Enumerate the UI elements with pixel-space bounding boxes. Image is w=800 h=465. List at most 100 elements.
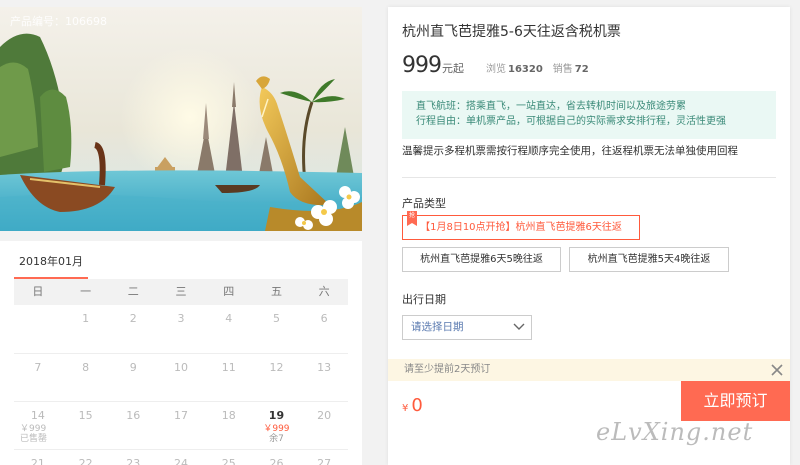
price-calendar: 2018年01月 日 一 二 三 四 五 六 1 2 3 4 5 6 7 8 9 10 11 12 13… [0,241,362,465]
calendar-day-cell: 15 [62,402,110,449]
day-number: 3 [177,312,185,325]
calendar-day-cell: 24 [157,450,205,465]
day-number: 9 [129,361,137,374]
weekday: 四 [223,285,235,298]
type-option-label: 杭州直飞芭提雅6天5晚往返 [420,254,543,265]
calendar-day-cell: 17 [157,402,205,449]
day-number [14,312,62,325]
calendar-day-cell: 20 [300,402,348,449]
calendar-day-cell: 22 [62,450,110,465]
usage-notice: 温馨提示多程机票需按行程顺序完全使用，往返程机票无法单独使用回程 [402,145,738,157]
calendar-day-cell: 14 ￥999 已售罄 [14,402,62,449]
day-number: 27 [317,457,332,465]
chevron-down-icon [513,323,525,330]
booking-panel: 杭州直飞芭提雅5-6天往返含税机票 999 元起 浏览 16320 销售 72 直飞… [388,7,790,465]
calendar-week-row: 7 8 9 10 11 12 13 [14,353,348,401]
type-option-label: 杭州直飞芭提雅5天4晚往返 [587,254,711,265]
day-number: 5 [272,312,280,325]
calendar-day-cell: 27 [300,450,348,465]
calendar-day-cell[interactable]: 19 ￥999 余7 [253,402,301,449]
day-number: 6 [320,312,328,325]
day-number: 13 [317,361,332,374]
calendar-day-cell: 3 [157,305,205,353]
calendar-day-cell: 6 [300,305,348,353]
day-number: 1 [82,312,90,325]
calendar-day-cell: 23 [109,450,157,465]
calendar-day-cell: 21 [14,450,62,465]
calendar-day-cell: 12 [253,354,301,401]
day-number: 2 [129,312,137,325]
start-price: 999 [402,53,442,78]
month-tab[interactable]: 2018年01月 [14,241,88,279]
weekday-header: 日 一 二 三 四 五 六 [14,279,348,305]
close-icon[interactable] [770,363,784,377]
calendar-day-cell: 5 [253,305,301,353]
price-unit: 元起 [442,62,464,75]
type-option-flash-sale[interactable]: 抢 【1月8日10点开抢】杭州直飞芭提雅6天往返 [402,211,640,240]
date-placeholder: 请选择日期 [411,321,464,333]
product-highlights: 直飞航班：搭乘直飞，一站直达，省去转机时间以及旅途劳累 行程自由：单机票产品，可… [402,91,776,139]
day-number: 17 [174,409,189,422]
calendar-day-cell: 10 [157,354,205,401]
day-number: 11 [221,361,236,374]
day-price: ￥999 [20,424,47,434]
calendar-day-cell: 4 [205,305,253,353]
calendar-day-cell: 13 [300,354,348,401]
views-count: 16320 [508,64,543,75]
calendar-grid: 1 2 3 4 5 6 7 8 9 10 11 12 13 14 ￥999 已售罄 15 16 17 18 19 ￥999… [14,305,348,465]
day-number: 15 [78,409,93,422]
price-line: 999 元起 浏览 16320 销售 72 [402,53,589,83]
calendar-day-cell: 7 [14,354,62,401]
calendar-day-cell: 1 [62,305,110,353]
day-number: 23 [126,457,141,465]
day-number: 22 [78,457,93,465]
day-number: 19 [268,409,285,422]
calendar-week-row: 21 22 23 24 25 26 27 [14,449,348,465]
hero-image: 产品编号：106698 [0,7,362,231]
weekday: 一 [80,285,92,298]
day-number: 20 [317,409,332,422]
type-option-6d5n[interactable]: 杭州直飞芭提雅6天5晚往返 [402,247,561,272]
product-number: 产品编号：106698 [10,15,107,28]
day-number: 4 [225,312,233,325]
weekday: 二 [127,285,139,298]
advance-notice-text: 请至少提前2天预订 [404,364,491,375]
day-price: ￥999 [263,424,290,434]
views-stat: 浏览 16320 [486,60,543,75]
day-number: 16 [126,409,141,422]
day-number: 12 [269,361,284,374]
order-total: ¥0 [402,395,423,416]
type-option-5d4n[interactable]: 杭州直飞芭提雅5天4晚往返 [569,247,729,272]
travel-date-select[interactable]: 请选择日期 [402,315,532,340]
calendar-day-cell: 26 [253,450,301,465]
day-number: 24 [174,457,189,465]
day-number: 18 [221,409,236,422]
sales-stat: 销售 72 [553,60,589,75]
divider [402,177,776,178]
day-number: 7 [34,361,42,374]
calendar-day-cell: 9 [109,354,157,401]
product-type-label: 产品类型 [402,197,446,210]
book-now-button[interactable]: 立即预订 [681,381,790,421]
calendar-day-cell: 2 [109,305,157,353]
weekday: 日 [32,285,44,298]
calendar-week-row: 1 2 3 4 5 6 [14,305,348,353]
product-title: 杭州直飞芭提雅5-6天往返含税机票 [402,24,621,40]
sales-count: 72 [574,64,589,75]
weekday: 六 [318,285,330,298]
calendar-day-cell [14,305,62,353]
calendar-day-cell: 18 [205,402,253,449]
sales-label: 销售 [552,64,573,75]
calendar-day-cell: 16 [109,402,157,449]
total-amount: 0 [411,395,423,416]
weekday: 三 [175,285,187,298]
calendar-day-cell: 8 [62,354,110,401]
flash-sale-tag: 抢 [407,211,417,226]
day-number: 25 [221,457,236,465]
day-number: 8 [82,361,90,374]
calendar-week-row: 14 ￥999 已售罄 15 16 17 18 19 ￥999 余7 20 [14,401,348,449]
day-number: 10 [174,361,189,374]
site-watermark: eLvXing.net [596,418,754,446]
advance-booking-notice: 请至少提前2天预订 [388,359,790,381]
highlight-item: 行程自由：单机票产品，可根据自己的实际需求安排行程，灵活性更强 [416,116,726,127]
